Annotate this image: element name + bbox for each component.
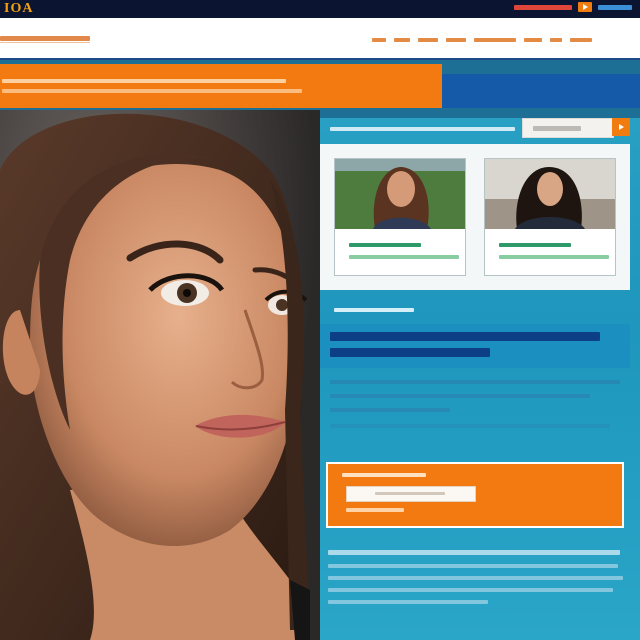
footer-text-line <box>328 564 618 568</box>
play-icon[interactable] <box>578 2 592 12</box>
footer-text <box>328 550 620 555</box>
sidebar-panel <box>320 118 640 640</box>
card-subtitle <box>349 255 459 259</box>
body-text-line <box>330 408 450 412</box>
footer-text-line <box>328 600 488 604</box>
top-bar-link[interactable] <box>514 4 572 10</box>
promo-text <box>2 89 302 93</box>
body-text-line <box>330 394 590 398</box>
feature-card[interactable] <box>484 158 616 276</box>
nav-item[interactable] <box>570 38 592 42</box>
nav-item[interactable] <box>474 38 516 42</box>
card-subtitle <box>499 255 609 259</box>
woman-portrait-image <box>0 113 310 640</box>
card-title <box>499 243 571 247</box>
feature-card[interactable] <box>334 158 466 276</box>
promo-banner[interactable] <box>0 64 442 108</box>
nav-item[interactable] <box>446 38 466 42</box>
card-image <box>335 159 465 229</box>
headline-text-line <box>330 348 490 357</box>
section-label <box>334 308 414 312</box>
signup-input[interactable] <box>346 486 476 502</box>
headline-text <box>330 332 600 341</box>
card-title <box>349 243 421 247</box>
panel-header-text <box>330 127 515 131</box>
nav-item[interactable] <box>550 38 562 42</box>
search-placeholder <box>533 126 581 131</box>
footer-text-line <box>328 588 613 592</box>
nav-bar <box>0 18 640 60</box>
nav-item[interactable] <box>394 38 410 42</box>
nav-item[interactable] <box>418 38 438 42</box>
body-text-line <box>330 424 610 428</box>
top-bar: IOA <box>0 0 640 18</box>
promo-banner-accent <box>442 74 640 108</box>
signup-title <box>342 473 426 477</box>
top-bar-links <box>514 2 632 12</box>
hero-photo <box>0 110 320 640</box>
top-bar-link-secondary[interactable] <box>598 4 632 10</box>
signup-input-placeholder <box>375 492 445 495</box>
promo-text <box>2 79 286 83</box>
site-title[interactable] <box>0 36 90 43</box>
body-text <box>330 380 620 384</box>
nav-menu <box>372 38 592 42</box>
card-image <box>485 159 615 229</box>
nav-item[interactable] <box>524 38 542 42</box>
signup-subtext <box>346 508 404 512</box>
nav-item[interactable] <box>372 38 386 42</box>
search-button[interactable] <box>612 118 630 136</box>
signup-box <box>326 462 624 528</box>
featured-cards <box>320 144 630 290</box>
footer-text-line <box>328 576 623 580</box>
headline <box>320 324 630 368</box>
site-logo[interactable]: IOA <box>4 1 33 17</box>
search-input[interactable] <box>522 118 614 138</box>
